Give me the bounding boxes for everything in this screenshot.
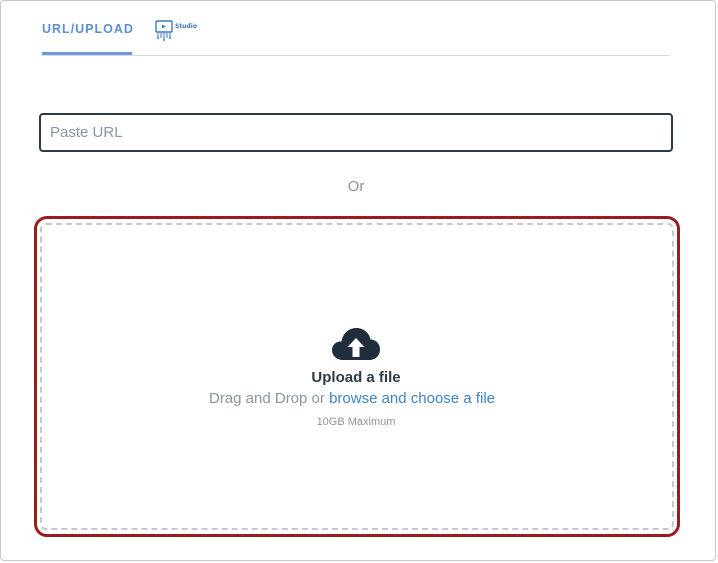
studio-label: Studio [175, 23, 197, 30]
max-size-text: 10GB Maximum [316, 416, 396, 428]
browse-file-link[interactable]: browse and choose a file [329, 390, 495, 407]
drag-drop-line: Drag and Drop or browse and choose a fil… [1, 390, 703, 407]
tab-bar: URL/UPLOAD Studio [42, 11, 670, 56]
upload-file-title: Upload a file [311, 369, 401, 386]
upload-dialog: URL/UPLOAD Studio Or Upload a file [0, 0, 716, 561]
tab-studio[interactable]: Studio [154, 19, 198, 41]
studio-icon [155, 20, 173, 41]
paste-url-input[interactable] [39, 113, 673, 152]
cloud-upload-icon [332, 328, 380, 360]
tab-url-upload[interactable]: URL/UPLOAD [42, 11, 133, 55]
or-divider-text: Or [347, 178, 365, 195]
drag-drop-text: Drag and Drop or [208, 390, 325, 407]
